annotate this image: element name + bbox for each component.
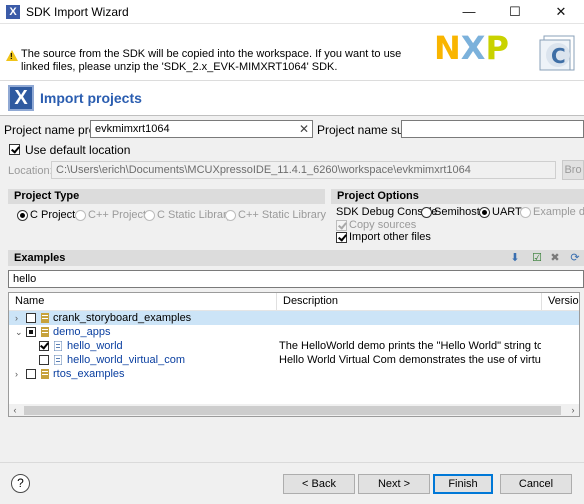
- row-description: Hello World Virtual Com demonstrates the…: [279, 354, 541, 366]
- row-checkbox[interactable]: [26, 327, 36, 337]
- folder-icon: [41, 313, 49, 323]
- copy-sources-checkbox[interactable]: [336, 220, 347, 231]
- project-file-icon: [54, 341, 62, 351]
- browse-button[interactable]: Bro: [562, 160, 584, 180]
- row-name: rtos_examples: [53, 368, 125, 380]
- project-options-header: Project Options: [331, 189, 584, 204]
- copy-sources-label: Copy sources: [349, 219, 417, 231]
- cancel-button[interactable]: Cancel: [500, 474, 572, 494]
- row-name: hello_world: [67, 340, 123, 352]
- nxp-logo-x: X: [460, 29, 486, 67]
- row-checkbox[interactable]: [39, 355, 49, 365]
- radio-cpp-project[interactable]: [75, 210, 86, 221]
- expand-icon[interactable]: ›: [15, 311, 24, 325]
- location-value: C:\Users\erich\Documents\MCUXpressoIDE_1…: [56, 164, 471, 176]
- suffix-input[interactable]: [401, 120, 584, 138]
- check-all-icon[interactable]: ☑: [530, 251, 544, 265]
- import-projects-icon: X: [8, 85, 34, 111]
- project-file-icon: [54, 355, 62, 365]
- row-checkbox[interactable]: [26, 313, 36, 323]
- page-title: Import projects: [40, 90, 142, 106]
- doc-letter: C: [551, 44, 566, 68]
- row-checkbox[interactable]: [26, 369, 36, 379]
- warning-mark: !: [10, 52, 13, 61]
- prefix-value: evkmimxrt1064: [95, 123, 170, 135]
- help-icon[interactable]: ?: [11, 474, 30, 493]
- finish-button[interactable]: Finish: [433, 474, 493, 494]
- row-checkbox[interactable]: [39, 341, 49, 351]
- close-button[interactable]: ✕: [538, 0, 584, 24]
- row-name: demo_apps: [53, 326, 111, 338]
- scrollbar-thumb[interactable]: [24, 406, 561, 415]
- column-name[interactable]: Name: [9, 293, 277, 310]
- row-name: hello_world_virtual_com: [67, 354, 186, 366]
- minimize-button[interactable]: —: [446, 0, 492, 24]
- folder-icon: [41, 327, 49, 337]
- window-title: SDK Import Wizard: [26, 5, 129, 19]
- example-default-label: Example de: [533, 206, 584, 218]
- column-description[interactable]: Description: [277, 293, 542, 310]
- project-type-header: Project Type: [8, 189, 325, 204]
- examples-filter-input[interactable]: hello: [8, 270, 584, 288]
- filter-value: hello: [13, 273, 37, 285]
- prefix-input[interactable]: evkmimxrt1064: [90, 120, 313, 138]
- refresh-icon[interactable]: ⟳: [568, 251, 582, 265]
- radio-cpp-static-library[interactable]: [225, 210, 236, 221]
- warning-message: The source from the SDK will be copied i…: [21, 48, 402, 73]
- cpp-static-library-label: C++ Static Library: [238, 209, 327, 221]
- location-label: Location:: [8, 165, 53, 177]
- default-location-label: Use default location: [25, 143, 131, 157]
- clear-prefix-icon[interactable]: ✕: [299, 122, 309, 136]
- location-input[interactable]: C:\Users\erich\Documents\MCUXpressoIDE_1…: [51, 161, 556, 179]
- examples-header: Examples: [8, 250, 584, 266]
- scroll-right-icon[interactable]: ›: [567, 404, 579, 417]
- radio-uart[interactable]: [479, 207, 490, 218]
- radio-semihost[interactable]: [421, 207, 432, 218]
- wizard-app-icon: X: [6, 5, 20, 19]
- row-name: crank_storyboard_examples: [53, 312, 192, 324]
- tree-row-hello-world[interactable]: hello_world The HelloWorld demo prints t…: [9, 339, 579, 353]
- import-other-files-label: Import other files: [349, 231, 431, 243]
- default-location-checkbox[interactable]: [9, 144, 20, 155]
- nxp-logo-n: N: [434, 29, 461, 67]
- uart-label: UART: [492, 206, 522, 218]
- tree-row-crank-storyboard-examples[interactable]: › crank_storyboard_examples: [9, 311, 579, 325]
- import-other-files-checkbox[interactable]: [336, 232, 347, 243]
- nxp-logo-p: P: [485, 29, 509, 67]
- radio-example-default[interactable]: [520, 207, 531, 218]
- uncheck-all-icon[interactable]: ✖: [548, 251, 562, 265]
- nxp-logo: NXP: [434, 28, 524, 68]
- cpp-project-label: C++ Project: [88, 209, 147, 221]
- button-bar-divider: [0, 462, 584, 463]
- collapse-icon[interactable]: ⌄: [15, 325, 24, 339]
- column-version[interactable]: Version: [542, 293, 579, 310]
- examples-tree: Name Description Version › crank_storybo…: [8, 292, 580, 416]
- c-document-icon: C: [539, 35, 575, 71]
- expand-icon[interactable]: ›: [15, 367, 24, 381]
- tree-row-demo-apps[interactable]: ⌄ demo_apps: [9, 325, 579, 339]
- tree-row-hello-world-virtual-com[interactable]: hello_world_virtual_com Hello World Virt…: [9, 353, 579, 367]
- radio-c-project[interactable]: [17, 210, 28, 221]
- horizontal-scrollbar[interactable]: ‹ ›: [8, 404, 580, 417]
- back-button[interactable]: < Back: [283, 474, 355, 494]
- import-example-icon[interactable]: ⬇: [508, 251, 522, 265]
- c-static-library-label: C Static Library: [157, 209, 233, 221]
- next-button[interactable]: Next >: [358, 474, 430, 494]
- semihost-label: Semihost: [434, 206, 480, 218]
- tree-row-rtos-examples[interactable]: › rtos_examples: [9, 367, 579, 381]
- folder-icon: [41, 369, 49, 379]
- page-banner: X Import projects: [0, 80, 584, 116]
- row-description: The HelloWorld demo prints the "Hello Wo…: [279, 340, 541, 352]
- scroll-left-icon[interactable]: ‹: [9, 404, 21, 417]
- maximize-button[interactable]: ☐: [492, 0, 538, 24]
- radio-c-static-library[interactable]: [144, 210, 155, 221]
- title-bar: X SDK Import Wizard — ☐ ✕: [0, 0, 584, 24]
- c-project-label: C Project: [30, 209, 76, 221]
